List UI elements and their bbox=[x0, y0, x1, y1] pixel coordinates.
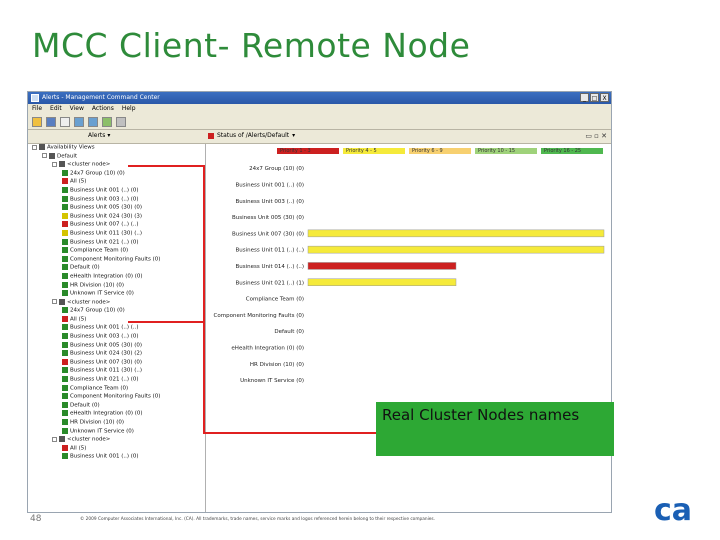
copyright-text: © 2009 Computer Associates International… bbox=[80, 517, 436, 522]
callout-box: Real Cluster Nodes names bbox=[376, 402, 614, 456]
logo-text: ca bbox=[654, 493, 692, 526]
arrow-line-top bbox=[128, 165, 376, 434]
callout-arrows bbox=[128, 165, 383, 437]
slide-number: 48 bbox=[30, 514, 42, 524]
ca-logo: ca bbox=[654, 493, 692, 526]
